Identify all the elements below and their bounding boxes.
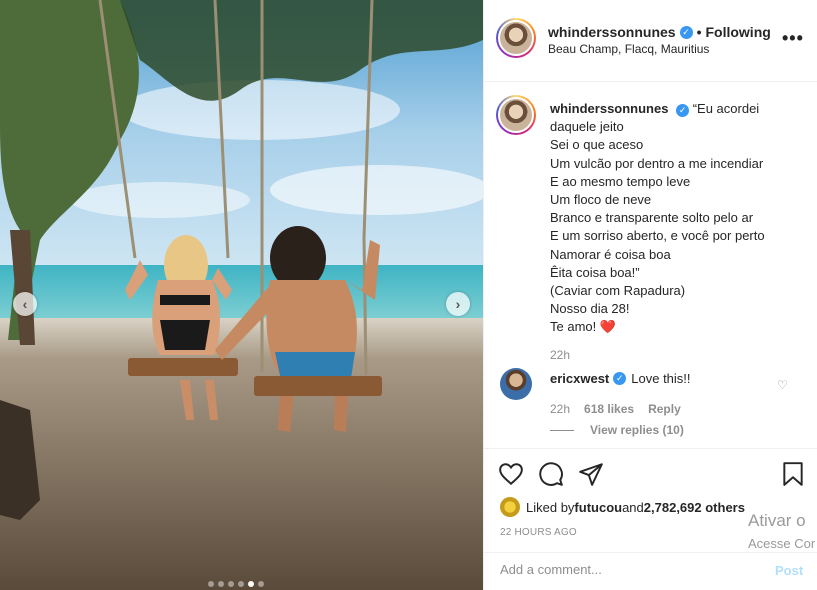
post-photo[interactable]: ‹ › bbox=[0, 0, 483, 590]
carousel-dot bbox=[248, 581, 254, 587]
comment-icon[interactable] bbox=[538, 461, 564, 487]
comment-body: Love this!! bbox=[631, 371, 691, 386]
comment-timestamp[interactable]: 22h bbox=[550, 402, 570, 416]
carousel-dot bbox=[228, 581, 234, 587]
beach-swing-photo bbox=[0, 0, 483, 590]
comment-text: ericxwest ✓ Love this!! bbox=[550, 371, 691, 386]
comments-area: whinderssonnunes ✓ “Eu acordei daquele j… bbox=[484, 83, 817, 448]
share-icon[interactable] bbox=[578, 461, 604, 487]
caption-avatar[interactable] bbox=[496, 95, 536, 135]
likes-summary: Liked by futucou and 2,782,692 others bbox=[500, 497, 745, 517]
location-link[interactable]: Beau Champ, Flacq, Mauritius bbox=[548, 42, 709, 56]
caption-last-line: Te amo! ❤️ bbox=[550, 318, 812, 336]
header-user-row: whinderssonnunes ✓ • Following bbox=[548, 24, 771, 40]
verified-badge-icon: ✓ bbox=[679, 25, 693, 39]
view-replies-label: View replies (10) bbox=[590, 423, 684, 437]
previous-photo-button[interactable]: ‹ bbox=[13, 292, 37, 316]
caption-timestamp[interactable]: 22h bbox=[550, 348, 570, 362]
caption-line: Êita coisa boa!” bbox=[550, 264, 640, 280]
add-comment-input[interactable] bbox=[500, 562, 760, 577]
comment-avatar[interactable] bbox=[500, 368, 532, 400]
activation-watermark-line2: Acesse Cor bbox=[748, 536, 816, 551]
avatar[interactable] bbox=[496, 18, 536, 58]
liked-by-user[interactable]: futucou bbox=[574, 500, 622, 515]
caption-line: Um vulcão por dentro a me incendiar bbox=[550, 155, 764, 171]
carousel-dot bbox=[258, 581, 264, 587]
caption-line: E ao mesmo tempo leve bbox=[550, 173, 691, 189]
comment-like-icon[interactable]: ♡ bbox=[777, 378, 788, 392]
post-side-panel: whinderssonnunes ✓ • Following Beau Cham… bbox=[483, 0, 817, 590]
liker-avatar[interactable] bbox=[500, 497, 520, 517]
heart-icon[interactable] bbox=[498, 461, 524, 487]
bookmark-icon[interactable] bbox=[780, 461, 806, 487]
caption-line: Branco e transparente solto pelo ar bbox=[550, 210, 754, 226]
following-button[interactable]: Following bbox=[705, 24, 770, 40]
comment-meta: 22h 618 likes Reply bbox=[550, 402, 681, 416]
caption-line: Um floco de neve bbox=[550, 192, 652, 208]
activation-watermark-line1: Ativar o bbox=[748, 511, 806, 530]
caption-username[interactable]: whinderssonnunes bbox=[550, 101, 668, 116]
post-header: whinderssonnunes ✓ • Following Beau Cham… bbox=[484, 0, 817, 82]
post-comment-button[interactable]: Post bbox=[775, 563, 803, 578]
reply-button[interactable]: Reply bbox=[648, 402, 681, 416]
caption-line: (Caviar com Rapadura) bbox=[550, 283, 686, 299]
more-options-icon[interactable]: ••• bbox=[782, 28, 804, 49]
caption-line: Te amo! bbox=[550, 319, 597, 335]
caption-text: whinderssonnunes ✓ “Eu acordei daquele j… bbox=[550, 100, 812, 337]
next-photo-button[interactable]: › bbox=[446, 292, 470, 316]
caption-line: daquele jeito bbox=[550, 119, 624, 135]
view-replies-button[interactable]: View replies (10) bbox=[550, 423, 684, 437]
carousel-dots bbox=[208, 581, 264, 587]
liked-by-others[interactable]: 2,782,692 others bbox=[644, 500, 745, 515]
chevron-right-icon: › bbox=[455, 296, 461, 312]
verified-badge-icon: ✓ bbox=[676, 104, 690, 117]
header-username[interactable]: whinderssonnunes bbox=[548, 24, 676, 40]
chevron-left-icon: ‹ bbox=[22, 296, 28, 312]
follow-separator: • bbox=[696, 24, 702, 40]
post-time-ago[interactable]: 22 HOURS AGO bbox=[500, 527, 577, 538]
liked-by-prefix: Liked by bbox=[526, 499, 575, 515]
caption-line: E um sorriso aberto, e você por perto bbox=[550, 228, 765, 244]
add-comment-bar: Post bbox=[484, 552, 817, 590]
carousel-dot bbox=[218, 581, 224, 587]
carousel-dot bbox=[238, 581, 244, 587]
caption-line: Namorar é coisa boa bbox=[550, 246, 671, 262]
carousel-dot bbox=[208, 581, 214, 587]
caption-line: Sei o que aceso bbox=[550, 137, 644, 153]
comment-likes[interactable]: 618 likes bbox=[584, 402, 634, 416]
caption-line: Nosso dia 28! bbox=[550, 301, 630, 317]
comment-username[interactable]: ericxwest bbox=[550, 371, 609, 386]
divider-line bbox=[550, 429, 574, 431]
red-heart-icon: ❤️ bbox=[599, 319, 617, 335]
verified-badge-icon: ✓ bbox=[613, 372, 627, 385]
caption-line: “Eu acordei bbox=[692, 101, 760, 116]
caption-first-line: whinderssonnunes ✓ “Eu acordei bbox=[550, 100, 812, 118]
liked-by-and: and bbox=[622, 499, 644, 515]
